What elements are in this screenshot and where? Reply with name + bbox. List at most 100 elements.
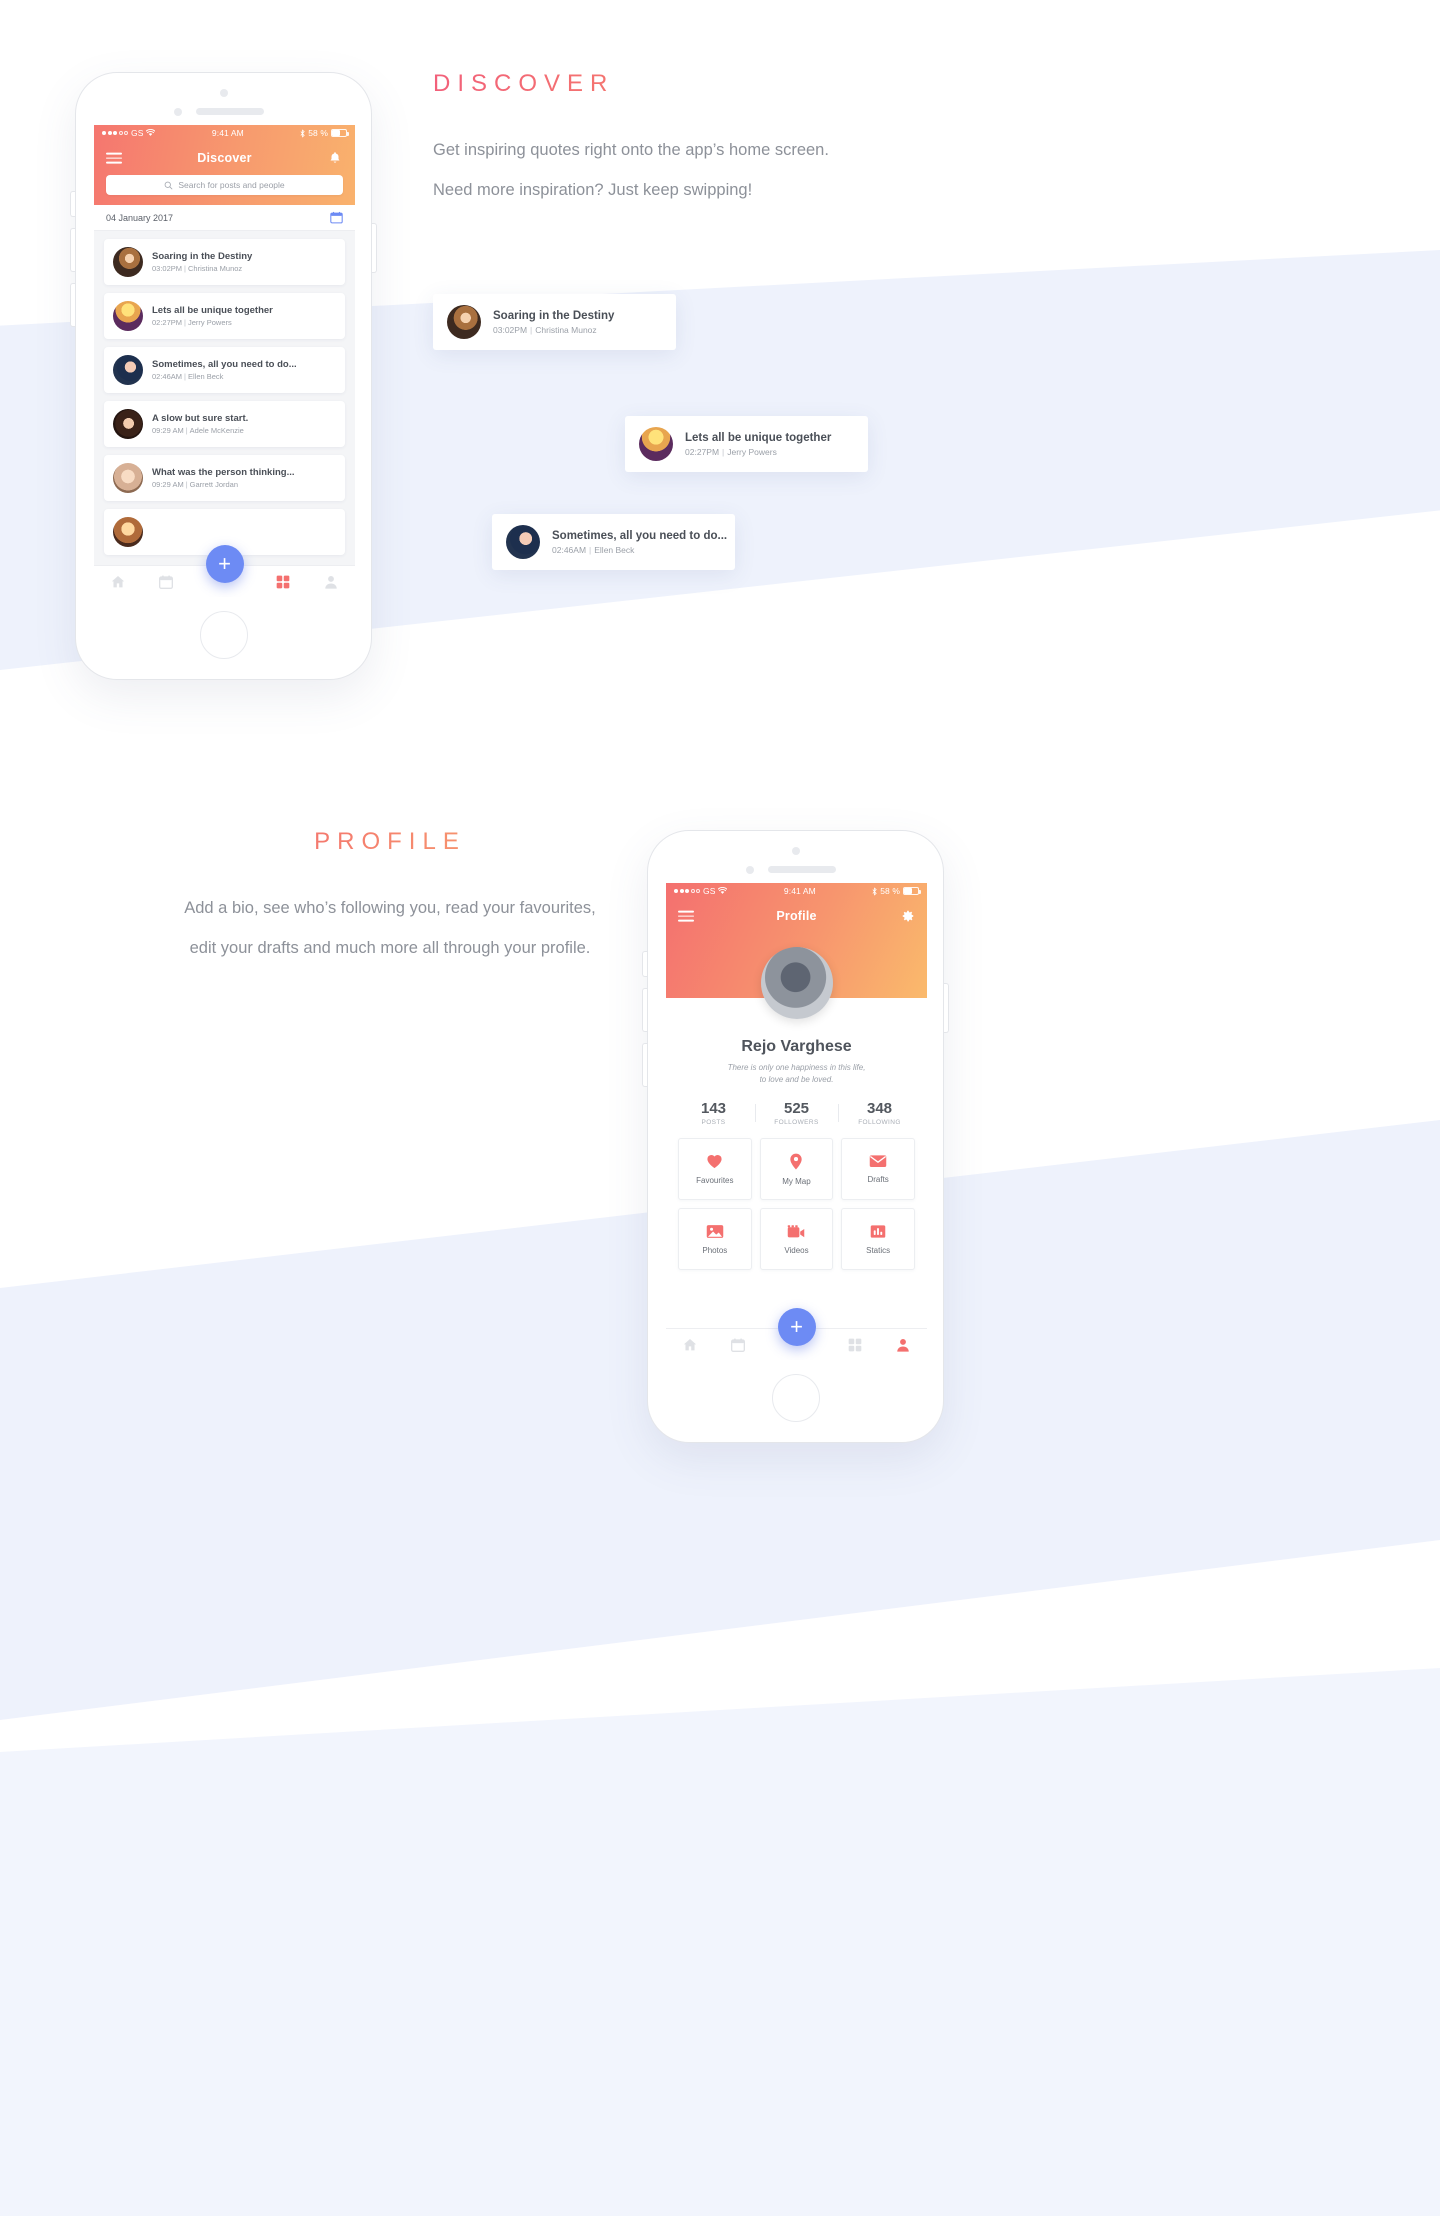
avatar — [113, 247, 143, 277]
stat-posts: 143 POSTS — [672, 1100, 755, 1126]
post-title: Sometimes, all you need to do... — [552, 529, 728, 542]
calendar-icon[interactable] — [730, 1337, 746, 1353]
tile-statics[interactable]: Statics — [841, 1208, 915, 1270]
phone-power-button — [944, 983, 949, 1033]
map-pin-icon — [790, 1153, 803, 1169]
post-title: Soaring in the Destiny — [493, 309, 615, 322]
person-icon[interactable] — [323, 574, 339, 590]
floating-post-card[interactable]: Sometimes, all you need to do... 02:46AM… — [492, 514, 735, 570]
search-placeholder: Search for posts and people — [178, 180, 285, 190]
battery-percent: 58 % — [880, 886, 900, 896]
tile-photos[interactable]: Photos — [678, 1208, 752, 1270]
discover-copy-block: DISCOVER Get inspiring quotes right onto… — [433, 70, 993, 211]
floating-post-card[interactable]: Soaring in the Destiny 03:02PM | Christina… — [433, 294, 676, 350]
phone-volume-button-2 — [70, 228, 75, 272]
profile-bio-line-1: There is only one happiness in this life… — [727, 1063, 866, 1072]
bluetooth-icon — [872, 886, 877, 896]
phone-speaker — [768, 866, 836, 873]
profile-avatar — [760, 947, 833, 1019]
post-title: A slow but sure start. — [152, 412, 249, 424]
search-input[interactable]: Search for posts and people — [106, 175, 343, 195]
post-title: What was the person thinking... — [152, 466, 295, 478]
post-meta: 09:29 AM | Adele McKenzie — [152, 426, 244, 436]
bar-chart-icon — [870, 1224, 886, 1238]
grid-icon[interactable] — [847, 1337, 863, 1353]
tile-my-map[interactable]: My Map — [759, 1138, 834, 1200]
discover-screen: GS 9:41 AM 58 % Discover Search for post… — [94, 125, 355, 597]
hamburger-menu-icon[interactable] — [678, 908, 694, 925]
person-icon[interactable] — [895, 1337, 911, 1353]
list-item[interactable]: What was the person thinking... 09:29 AM… — [104, 455, 345, 501]
phone-sensor — [746, 866, 754, 874]
home-icon[interactable] — [682, 1337, 698, 1353]
calendar-icon[interactable] — [330, 211, 343, 224]
post-meta: 09:29 AM | Garrett Jordan — [152, 480, 239, 490]
phone-speaker — [196, 108, 264, 115]
phone-volume-button — [70, 191, 75, 217]
carrier-label: GS — [703, 886, 716, 896]
post-meta: 02:27PM | Jerry Powers — [685, 446, 777, 457]
tile-label: My Map — [782, 1176, 811, 1186]
envelope-icon — [869, 1155, 887, 1167]
profile-paragraph-line-2: edit your drafts and much more all throu… — [189, 939, 591, 958]
battery-percent: 58 % — [308, 128, 328, 138]
status-bar: GS 9:41 AM 58 % — [94, 125, 355, 141]
discover-navbar: Discover — [94, 141, 355, 175]
phone-silent-switch — [642, 1043, 647, 1087]
phone-home-button[interactable] — [199, 611, 248, 659]
page-title: Profile — [776, 909, 817, 923]
hamburger-menu-icon[interactable] — [106, 150, 122, 167]
phone-home-button[interactable] — [771, 1374, 820, 1422]
list-item[interactable]: A slow but sure start. 09:29 AM | Adele Mc… — [104, 401, 345, 447]
calendar-icon[interactable] — [158, 574, 174, 590]
wifi-icon — [146, 129, 156, 136]
list-item[interactable]: Lets all be unique together 02:27PM | Jerr… — [104, 293, 345, 339]
phone-volume-button-2 — [642, 988, 647, 1032]
post-meta: 03:02PM | Christina Munoz — [493, 324, 597, 335]
profile-bio-line-2: to love and be loved. — [759, 1075, 834, 1084]
phone-volume-button — [642, 951, 647, 977]
bell-icon[interactable] — [328, 151, 342, 165]
battery-icon — [903, 887, 921, 895]
profile-copy-block: PROFILE Add a bio, see who’s following y… — [90, 828, 690, 969]
phone-power-button — [372, 223, 377, 273]
status-time: 9:41 AM — [211, 128, 244, 138]
floating-post-card[interactable]: Lets all be unique together 02:27PM | Jerr… — [625, 416, 868, 472]
section-title: PROFILE — [90, 828, 690, 856]
video-icon — [788, 1224, 805, 1237]
post-title: Lets all be unique together — [685, 431, 832, 444]
avatar — [113, 517, 143, 547]
tile-label: Favourites — [696, 1176, 734, 1185]
tile-videos[interactable]: Videos — [759, 1208, 834, 1270]
stat-value: 348 — [866, 1100, 893, 1117]
post-meta: 02:46AM | Ellen Beck — [152, 372, 224, 382]
gear-icon[interactable] — [901, 909, 915, 923]
avatar — [113, 355, 143, 385]
list-item[interactable]: Sometimes, all you need to do... 02:46AM… — [104, 347, 345, 393]
stat-label: POSTS — [701, 1119, 726, 1126]
post-meta: 02:27PM | Jerry Powers — [152, 318, 232, 328]
home-icon[interactable] — [110, 574, 126, 590]
discover-paragraph-line-1: Get inspiring quotes right onto the app’… — [433, 141, 829, 159]
grid-icon[interactable] — [275, 574, 291, 590]
signal-dots-icon — [102, 131, 128, 135]
tile-label: Statics — [866, 1245, 891, 1255]
stat-following[interactable]: 348 FOLLOWING — [838, 1100, 921, 1126]
discover-paragraph-line-2: Need more inspiration? Just keep swippin… — [433, 181, 753, 200]
post-title: Lets all be unique together — [152, 304, 273, 316]
carrier-label: GS — [131, 128, 144, 138]
add-post-fab[interactable]: + — [205, 545, 244, 583]
stat-value: 143 — [700, 1100, 727, 1117]
profile-phone-mockup: GS 9:41 AM 58 % Profile Rejo Varghese Th… — [642, 830, 949, 1443]
status-bar: GS 9:41 AM 58 % — [666, 883, 927, 899]
tile-label: Photos — [702, 1245, 728, 1255]
list-item[interactable]: Soaring in the Destiny 03:02PM | Christina… — [104, 239, 345, 285]
profile-hero: GS 9:41 AM 58 % Profile — [666, 883, 927, 1019]
add-post-fab[interactable]: + — [777, 1308, 816, 1346]
tile-favourites[interactable]: Favourites — [678, 1138, 752, 1200]
tile-drafts[interactable]: Drafts — [841, 1138, 915, 1200]
avatar — [113, 463, 143, 493]
heart-icon — [707, 1155, 722, 1169]
stat-followers[interactable]: 525 FOLLOWERS — [755, 1100, 838, 1126]
stat-value: 525 — [783, 1100, 810, 1117]
